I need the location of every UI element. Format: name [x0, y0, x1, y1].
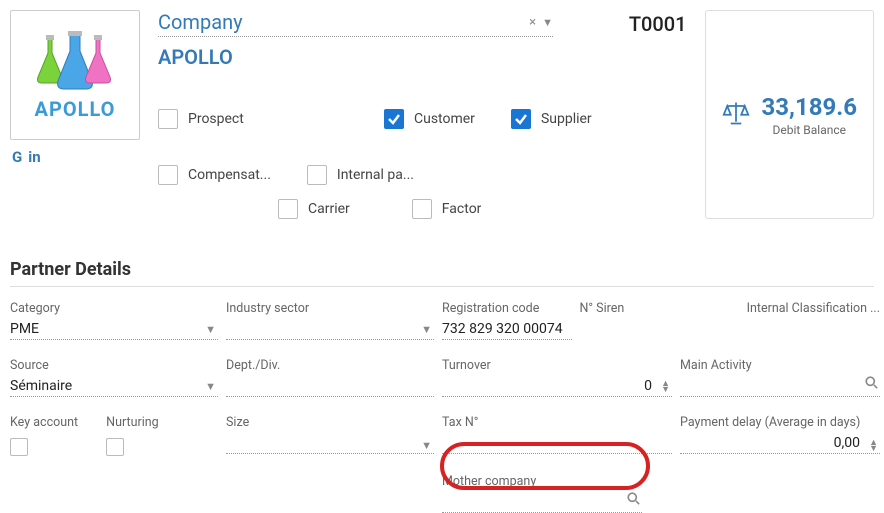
source-label: Source — [10, 358, 218, 373]
mainactivity-input[interactable] — [680, 376, 880, 397]
factor-label: Factor — [442, 201, 482, 217]
scale-icon — [722, 99, 750, 131]
dept-input[interactable] — [226, 376, 434, 397]
size-label: Size — [226, 415, 434, 430]
prospect-checkbox[interactable] — [158, 109, 178, 129]
customer-label: Customer — [414, 111, 475, 127]
dept-label: Dept./Div. — [226, 358, 434, 373]
balance-card[interactable]: 33,189.6 Debit Balance — [705, 10, 874, 219]
mother-company-label: Mother company — [442, 474, 642, 489]
compensation-label: Compensat... — [188, 167, 271, 183]
customer-checkbox[interactable] — [384, 109, 404, 129]
regcode-input[interactable] — [442, 319, 572, 340]
keyaccount-checkbox[interactable] — [10, 438, 28, 456]
category-select[interactable] — [10, 319, 218, 340]
paydelay-label: Payment delay (Average in days) — [680, 415, 880, 430]
google-icon[interactable]: G — [12, 148, 22, 166]
company-logo[interactable]: APOLLO — [10, 10, 140, 140]
clear-icon[interactable]: × — [529, 15, 536, 30]
partner-code: T0001 — [629, 10, 687, 219]
supplier-checkbox[interactable] — [511, 109, 531, 129]
flask-icon — [30, 29, 120, 93]
industry-label: Industry sector — [226, 301, 434, 316]
balance-value: 33,189.6 — [762, 93, 857, 121]
internal-label: Internal pa... — [337, 167, 414, 183]
prospect-label: Prospect — [188, 111, 244, 127]
nurturing-label: Nurturing — [106, 415, 159, 430]
turnover-label: Turnover — [442, 358, 672, 373]
siren-input[interactable] — [580, 319, 673, 339]
taxno-input[interactable] — [442, 433, 672, 454]
size-select[interactable] — [226, 433, 434, 454]
balance-label: Debit Balance — [762, 123, 857, 137]
keyaccount-label: Key account — [10, 415, 78, 430]
mother-company-input[interactable] — [442, 492, 642, 513]
factor-checkbox[interactable] — [412, 199, 432, 219]
siren-label: N° Siren — [580, 301, 673, 316]
compensation-checkbox[interactable] — [158, 165, 178, 185]
linkedin-icon[interactable]: in — [28, 148, 40, 166]
paydelay-input[interactable] — [680, 433, 880, 454]
logo-text: APOLLO — [35, 97, 116, 121]
source-select[interactable] — [10, 376, 218, 397]
supplier-label: Supplier — [541, 111, 592, 127]
regcode-label: Registration code — [442, 301, 572, 316]
nurturing-checkbox[interactable] — [106, 438, 124, 456]
industry-select[interactable] — [226, 319, 434, 340]
company-type-label: Company — [158, 10, 529, 34]
intclass-label: Internal Classification ... — [680, 301, 880, 316]
internal-checkbox[interactable] — [307, 165, 327, 185]
company-type-select[interactable]: Company × ▼ — [158, 10, 553, 37]
category-label: Category — [10, 301, 218, 316]
company-name: APOLLO — [158, 45, 611, 69]
taxno-label: Tax N° — [442, 415, 672, 430]
chevron-down-icon[interactable]: ▼ — [542, 16, 553, 29]
turnover-input[interactable] — [442, 376, 672, 397]
section-title: Partner Details — [10, 259, 874, 287]
carrier-label: Carrier — [308, 201, 350, 217]
mainactivity-label: Main Activity — [680, 358, 880, 373]
carrier-checkbox[interactable] — [278, 199, 298, 219]
